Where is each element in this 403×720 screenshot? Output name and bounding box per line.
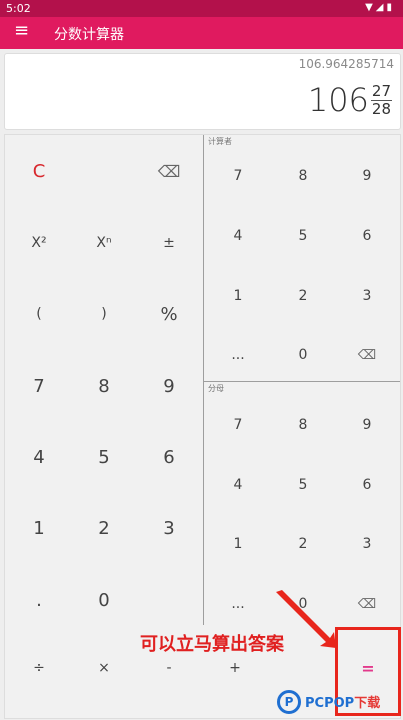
num-key-9[interactable]: 9 xyxy=(334,156,400,196)
pad-divider-vertical xyxy=(203,135,204,625)
power-button[interactable]: Xⁿ xyxy=(71,223,137,263)
close-paren-button[interactable]: ) xyxy=(71,294,137,334)
annotation-text: 可以立马算出答案 xyxy=(140,634,284,655)
num-key-3[interactable]: 3 xyxy=(334,276,400,316)
den-key-5[interactable]: 5 xyxy=(270,465,336,505)
den-ellipsis-button[interactable]: ... xyxy=(205,584,271,624)
key-4[interactable]: 4 xyxy=(6,437,72,477)
square-button[interactable]: X² xyxy=(6,223,72,263)
pad-divider-horizontal xyxy=(203,381,400,382)
denominator-pad-label: 分母 xyxy=(208,384,224,393)
num-key-2[interactable]: 2 xyxy=(270,276,336,316)
num-key-0[interactable]: 0 xyxy=(270,335,336,375)
den-key-8[interactable]: 8 xyxy=(270,405,336,445)
den-backspace-icon[interactable]: ⌫ xyxy=(334,584,400,624)
battery-icon: ▮ xyxy=(386,2,395,13)
status-time: 5:02 xyxy=(6,2,31,15)
key-0[interactable]: 0 xyxy=(71,580,137,620)
den-key-2[interactable]: 2 xyxy=(270,524,336,564)
key-2[interactable]: 2 xyxy=(71,508,137,548)
key-5[interactable]: 5 xyxy=(71,437,137,477)
multiply-button[interactable]: × xyxy=(71,648,137,688)
result-display: 106.964285714 106 27 28 xyxy=(4,53,401,130)
app-title: 分数计算器 xyxy=(54,27,124,43)
backspace-icon[interactable]: ⌫ xyxy=(136,151,202,191)
num-key-6[interactable]: 6 xyxy=(334,216,400,256)
whole-part: 106 xyxy=(307,81,369,119)
watermark-logo-icon: P xyxy=(277,689,301,714)
watermark: P PCPOP下载 xyxy=(277,683,403,720)
app-bar: ≡ 分数计算器 xyxy=(0,17,403,49)
den-key-9[interactable]: 9 xyxy=(334,405,400,445)
num-key-5[interactable]: 5 xyxy=(270,216,336,256)
den-key-3[interactable]: 3 xyxy=(334,524,400,564)
den-key-6[interactable]: 6 xyxy=(334,465,400,505)
divide-button[interactable]: ÷ xyxy=(6,648,72,688)
fraction-part: 27 28 xyxy=(370,81,392,118)
signal-icon: ◢ xyxy=(375,2,387,13)
watermark-brand: PCPOP xyxy=(305,696,355,711)
decimal-result: 106.964285714 xyxy=(298,57,394,71)
num-backspace-icon[interactable]: ⌫ xyxy=(334,335,400,375)
clear-button[interactable]: C xyxy=(6,151,72,191)
num-key-8[interactable]: 8 xyxy=(270,156,336,196)
wifi-icon: ▼ xyxy=(365,2,376,13)
status-bar: 5:02 ▼◢▮ xyxy=(0,0,403,17)
plus-minus-button[interactable]: ± xyxy=(136,223,202,263)
key-6[interactable]: 6 xyxy=(136,437,202,477)
num-key-4[interactable]: 4 xyxy=(205,216,271,256)
den-key-4[interactable]: 4 xyxy=(205,465,271,505)
numerator: 27 xyxy=(370,81,392,101)
fraction-result: 106 27 28 xyxy=(308,80,392,120)
status-icons: ▼◢▮ xyxy=(365,2,395,13)
num-key-7[interactable]: 7 xyxy=(205,156,271,196)
key-3[interactable]: 3 xyxy=(136,508,202,548)
key-7[interactable]: 7 xyxy=(6,366,72,406)
open-paren-button[interactable]: ( xyxy=(6,294,72,334)
den-key-7[interactable]: 7 xyxy=(205,405,271,445)
num-ellipsis-button[interactable]: ... xyxy=(205,335,271,375)
key-8[interactable]: 8 xyxy=(71,366,137,406)
menu-icon[interactable]: ≡ xyxy=(14,20,29,41)
num-key-1[interactable]: 1 xyxy=(205,276,271,316)
key-1[interactable]: 1 xyxy=(6,508,72,548)
percent-button[interactable]: % xyxy=(136,294,202,334)
denominator: 28 xyxy=(371,99,391,118)
key-9[interactable]: 9 xyxy=(136,366,202,406)
den-key-1[interactable]: 1 xyxy=(205,524,271,564)
watermark-suffix: 下载 xyxy=(354,696,381,711)
decimal-point-button[interactable]: . xyxy=(6,580,72,620)
watermark-text: PCPOP下载 xyxy=(305,692,380,711)
numerator-pad-label: 计算者 xyxy=(208,137,232,146)
